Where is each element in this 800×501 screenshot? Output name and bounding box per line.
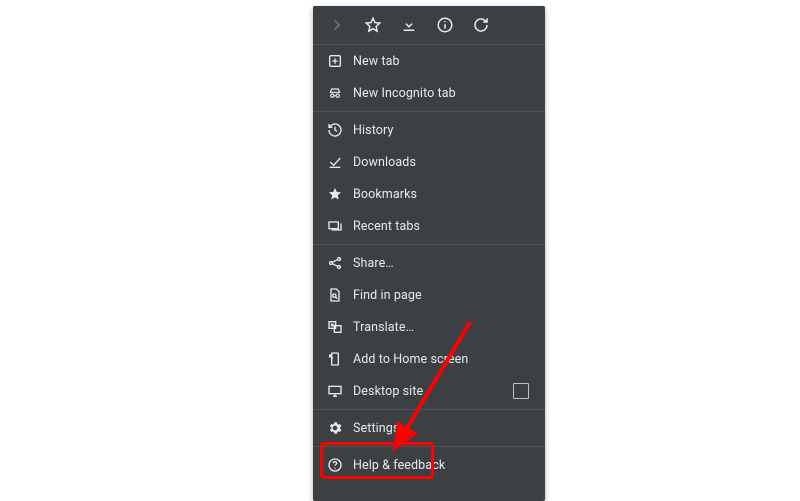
desktop-site-checkbox[interactable]: [513, 383, 529, 399]
menu-item-label: Settings: [353, 421, 399, 436]
history-icon: [327, 122, 353, 138]
desktop-icon: [327, 383, 353, 399]
menu-divider: [313, 111, 545, 112]
menu-settings[interactable]: Settings: [313, 412, 545, 444]
menu-item-label: Help & feedback: [353, 458, 445, 473]
menu-divider: [313, 446, 545, 447]
menu-item-label: Downloads: [353, 155, 416, 170]
translate-icon: [327, 319, 353, 335]
menu-item-label: Share…: [353, 256, 394, 271]
menu-bookmarks[interactable]: Bookmarks: [313, 178, 545, 210]
star-icon[interactable]: [355, 7, 391, 43]
menu-item-label: Find in page: [353, 288, 422, 303]
menu-item-label: Desktop site: [353, 384, 423, 399]
recent-tabs-icon: [327, 218, 353, 234]
menu-find-in-page[interactable]: Find in page: [313, 279, 545, 311]
menu-new-tab[interactable]: New tab: [313, 45, 545, 77]
menu-item-label: Bookmarks: [353, 187, 417, 202]
find-in-page-icon: [327, 287, 353, 303]
menu-help-feedback[interactable]: Help & feedback: [313, 449, 545, 481]
menu-item-label: History: [353, 123, 393, 138]
menu-item-label: Recent tabs: [353, 219, 420, 234]
menu-history[interactable]: History: [313, 114, 545, 146]
menu-toolbar: [313, 6, 545, 45]
menu-translate[interactable]: Translate…: [313, 311, 545, 343]
help-icon: [327, 457, 353, 473]
refresh-icon[interactable]: [463, 7, 499, 43]
plus-square-icon: [327, 53, 353, 69]
menu-downloads[interactable]: Downloads: [313, 146, 545, 178]
bookmark-star-icon: [327, 186, 353, 202]
add-to-home-icon: [327, 351, 353, 367]
menu-item-label: Translate…: [353, 320, 414, 335]
menu-share[interactable]: Share…: [313, 247, 545, 279]
menu-divider: [313, 244, 545, 245]
forward-icon: [319, 7, 355, 43]
menu-recent-tabs[interactable]: Recent tabs: [313, 210, 545, 242]
download-done-icon: [327, 154, 353, 170]
gear-icon: [327, 420, 353, 436]
info-icon[interactable]: [427, 7, 463, 43]
menu-item-label: New Incognito tab: [353, 86, 456, 101]
menu-divider: [313, 409, 545, 410]
menu-desktop-site[interactable]: Desktop site: [313, 375, 545, 407]
menu-item-label: Add to Home screen: [353, 352, 468, 367]
menu-new-incognito-tab[interactable]: New Incognito tab: [313, 77, 545, 109]
incognito-icon: [327, 85, 353, 101]
share-icon: [327, 255, 353, 271]
download-toolbar-icon[interactable]: [391, 7, 427, 43]
chrome-overflow-menu: New tab New Incognito tab History Downlo…: [313, 6, 545, 501]
menu-add-to-home[interactable]: Add to Home screen: [313, 343, 545, 375]
menu-item-label: New tab: [353, 54, 400, 69]
